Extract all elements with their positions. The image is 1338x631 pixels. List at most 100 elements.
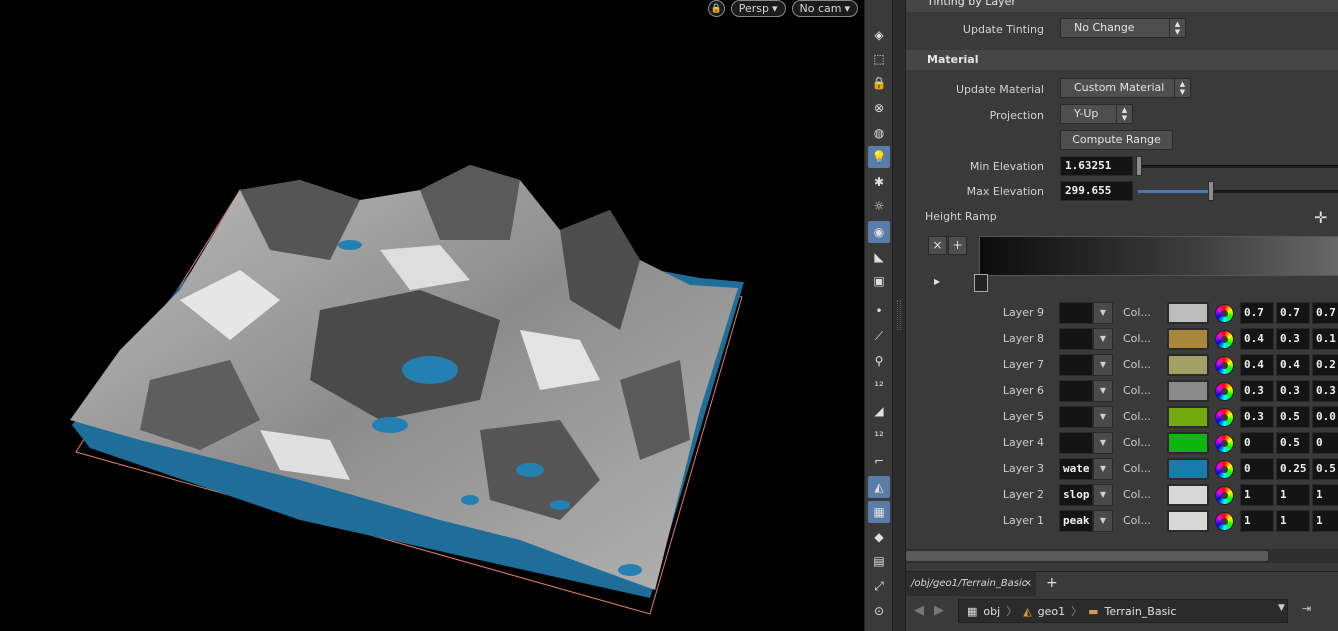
- layer-color-g-field[interactable]: 1: [1276, 510, 1310, 532]
- material-section-header[interactable]: Material: [906, 50, 1338, 70]
- select-geo-icon[interactable]: ⬚: [868, 48, 890, 70]
- color-wheel-icon[interactable]: [1215, 382, 1234, 401]
- expand-ramp-icon[interactable]: ✛: [1314, 208, 1327, 227]
- layer-color-b-field[interactable]: 0.7: [1312, 302, 1338, 324]
- layer-name-field[interactable]: [1059, 302, 1093, 324]
- layer-color-r-field[interactable]: 0.7: [1240, 302, 1274, 324]
- shade-icon[interactable]: ◭: [868, 476, 890, 498]
- layer-color-swatch[interactable]: [1167, 380, 1209, 402]
- color-wheel-icon[interactable]: [1215, 460, 1234, 479]
- stop-icon[interactable]: ⊙: [868, 600, 890, 622]
- layer-color-r-field[interactable]: 0.4: [1240, 328, 1274, 350]
- color-wheel-icon[interactable]: [1215, 304, 1234, 323]
- color-wheel-icon[interactable]: [1215, 330, 1234, 349]
- point-number-icon[interactable]: ¹²: [868, 375, 890, 397]
- diamond-icon[interactable]: ◆: [868, 526, 890, 548]
- height-ramp-gradient[interactable]: [979, 236, 1338, 276]
- prim-number-icon[interactable]: ¹²: [868, 425, 890, 447]
- breadcrumb-obj[interactable]: obj: [983, 605, 1000, 618]
- color-wheel-icon[interactable]: [1215, 512, 1234, 531]
- handle-icon[interactable]: ⤢: [868, 575, 890, 597]
- max-elevation-field[interactable]: 299.655: [1060, 181, 1133, 201]
- layer-color-g-field[interactable]: 0.7: [1276, 302, 1310, 324]
- layer-color-swatch[interactable]: [1167, 510, 1209, 532]
- tint-section-header[interactable]: Tinting by Layer: [906, 0, 1338, 12]
- color-wheel-icon[interactable]: [1215, 434, 1234, 453]
- color-wheel-icon[interactable]: [1215, 408, 1234, 427]
- layer-color-swatch[interactable]: [1167, 458, 1209, 480]
- ghost-icon[interactable]: ⊗: [868, 97, 890, 119]
- layer-name-field[interactable]: slop: [1059, 484, 1093, 506]
- light-icon[interactable]: 💡: [868, 146, 890, 168]
- ramp-key-handle[interactable]: [974, 274, 988, 292]
- sphere-icon[interactable]: ◍: [868, 122, 890, 144]
- layer-color-r-field[interactable]: 1: [1240, 510, 1274, 532]
- layer-color-b-field[interactable]: 1: [1312, 510, 1338, 532]
- layer-color-g-field[interactable]: 0.25: [1276, 458, 1310, 480]
- chevron-down-icon[interactable]: ▼: [1093, 406, 1113, 428]
- camera-type-menu[interactable]: Persp ▾: [730, 0, 786, 17]
- scrollbar-thumb[interactable]: [906, 551, 1268, 561]
- min-elevation-field[interactable]: 1.63251: [1060, 156, 1133, 176]
- layer-color-g-field[interactable]: 0.3: [1276, 380, 1310, 402]
- min-elevation-slider[interactable]: [1138, 165, 1338, 168]
- layer-color-g-field[interactable]: 0.5: [1276, 406, 1310, 428]
- layer-color-b-field[interactable]: 1: [1312, 484, 1338, 506]
- min-elevation-slider-handle[interactable]: [1136, 156, 1142, 176]
- layer-color-swatch[interactable]: [1167, 484, 1209, 506]
- max-elevation-slider-handle[interactable]: [1208, 181, 1214, 201]
- chevron-down-icon[interactable]: ▼: [1278, 603, 1285, 613]
- layer-color-b-field[interactable]: 0: [1312, 432, 1338, 454]
- color-wheel-icon[interactable]: [1215, 486, 1234, 505]
- pin-pane-icon[interactable]: ⇥: [1302, 602, 1311, 615]
- forward-arrow-icon[interactable]: ▶: [934, 603, 944, 618]
- chevron-down-icon[interactable]: ▼: [1093, 510, 1113, 532]
- close-tab-icon[interactable]: ×: [1024, 572, 1032, 596]
- chevron-down-icon[interactable]: ▼: [1093, 354, 1113, 376]
- layer-color-r-field[interactable]: 0.3: [1240, 406, 1274, 428]
- ramp-remove-key-button[interactable]: ×: [928, 236, 947, 255]
- pin-icon[interactable]: ⚲: [868, 350, 890, 372]
- layer-color-b-field[interactable]: 0.5: [1312, 458, 1338, 480]
- layer-color-g-field[interactable]: 0.4: [1276, 354, 1310, 376]
- projection-menu[interactable]: Y-Up ▲ ▼: [1060, 104, 1133, 124]
- layer-name-field[interactable]: peak: [1059, 510, 1093, 532]
- chevron-down-icon[interactable]: ▼: [1093, 484, 1113, 506]
- chevron-down-icon[interactable]: ▼: [1093, 380, 1113, 402]
- layer-color-b-field[interactable]: 0.2: [1312, 354, 1338, 376]
- chevron-down-icon[interactable]: ▼: [1093, 328, 1113, 350]
- edge-icon[interactable]: ⌐: [868, 450, 890, 472]
- new-tab-button[interactable]: +: [1046, 575, 1058, 591]
- layer-name-field[interactable]: wate: [1059, 458, 1093, 480]
- layer-name-field[interactable]: [1059, 354, 1093, 376]
- layer-name-field[interactable]: [1059, 406, 1093, 428]
- network-tab[interactable]: /obj/geo1/Terrain_Basic ×: [906, 572, 1036, 596]
- layer-name-field[interactable]: [1059, 432, 1093, 454]
- update-material-menu[interactable]: Custom Material ▲ ▼: [1060, 78, 1191, 98]
- render-icon[interactable]: ▣: [868, 270, 890, 292]
- prim-icon[interactable]: ◢: [868, 400, 890, 422]
- display-mode-icon[interactable]: ◉: [868, 221, 890, 243]
- light-add-icon[interactable]: ✱: [868, 171, 890, 193]
- compute-range-button[interactable]: Compute Range: [1060, 130, 1173, 150]
- map-icon[interactable]: ▤: [868, 550, 890, 572]
- update-tinting-menu[interactable]: No Change ▲ ▼: [1060, 18, 1186, 38]
- back-arrow-icon[interactable]: ◀: [914, 603, 924, 618]
- layer-color-g-field[interactable]: 0.3: [1276, 328, 1310, 350]
- horizontal-scrollbar[interactable]: [906, 549, 1338, 563]
- point-icon[interactable]: •: [868, 300, 890, 322]
- layer-color-swatch[interactable]: [1167, 406, 1209, 428]
- layer-color-swatch[interactable]: [1167, 432, 1209, 454]
- layer-color-b-field[interactable]: 0.3: [1312, 380, 1338, 402]
- layer-name-field[interactable]: [1059, 380, 1093, 402]
- layers-icon[interactable]: ◈: [868, 24, 890, 46]
- layer-color-swatch[interactable]: [1167, 328, 1209, 350]
- breadcrumb-geo1[interactable]: geo1: [1038, 605, 1065, 618]
- layer-color-r-field[interactable]: 0: [1240, 458, 1274, 480]
- layer-color-b-field[interactable]: 0.0: [1312, 406, 1338, 428]
- layer-color-swatch[interactable]: [1167, 354, 1209, 376]
- layer-color-r-field[interactable]: 0.3: [1240, 380, 1274, 402]
- layer-color-r-field[interactable]: 0.4: [1240, 354, 1274, 376]
- layer-color-swatch[interactable]: [1167, 302, 1209, 324]
- camera-menu[interactable]: No cam ▾: [791, 0, 858, 17]
